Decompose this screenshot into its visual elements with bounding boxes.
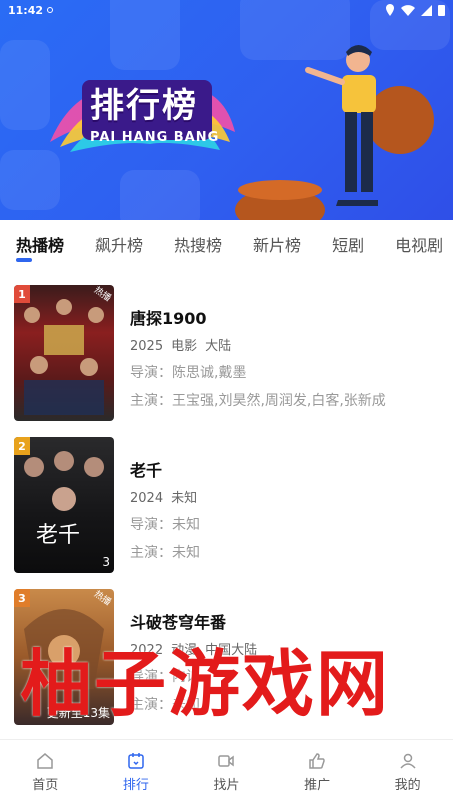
item-year: 2024 [130, 491, 164, 506]
home-icon [37, 753, 54, 769]
list-item[interactable]: 老千 2 3 老千 2024 未知 导演：未知 主演：未知 [14, 437, 444, 573]
battery-icon [438, 5, 445, 16]
ranking-tabs: 热播榜 飙升榜 热搜榜 新片榜 短剧 电视剧 [0, 220, 453, 268]
item-type: 未知 [171, 491, 198, 506]
thumb-up-icon [309, 753, 325, 769]
signal-icon [421, 4, 432, 16]
tab-tv-series[interactable]: 电视剧 [395, 232, 443, 256]
item-director: 导演：陈思诚,戴墨 [130, 362, 386, 382]
director-value: 陈思诚,戴墨 [172, 365, 247, 381]
rank-badge: 1 [14, 285, 30, 303]
notification-icon [47, 7, 54, 13]
episode-count: 3 [102, 555, 110, 569]
item-director: 导演：未知 [130, 514, 200, 534]
list-item[interactable]: 1 热播 唐探1900 2025 电影 大陆 导演：陈思诚,戴墨 主演：王宝强,刘昊… [14, 285, 444, 421]
nav-label: 找片 [213, 778, 240, 793]
user-icon [400, 753, 416, 769]
tab-hot-search[interactable]: 热搜榜 [174, 232, 222, 256]
status-time: 11:42 [8, 3, 44, 17]
cast-label: 主演： [130, 393, 172, 409]
nav-home[interactable]: 首页 [0, 740, 91, 805]
cast-label: 主演： [130, 545, 172, 561]
nav-promote[interactable]: 推广 [272, 740, 363, 805]
tab-hot-play[interactable]: 热播榜 [16, 232, 64, 256]
nav-label: 排行 [122, 778, 149, 793]
nav-label: 首页 [32, 778, 59, 793]
item-info: 唐探1900 2025 电影 大陆 导演：陈思诚,戴墨 主演：王宝强,刘昊然,周润发… [130, 285, 386, 410]
video-icon [218, 755, 235, 767]
item-cast: 主演：王宝强,刘昊然,周润发,白客,张新成 [130, 390, 386, 410]
location-icon [386, 4, 394, 16]
item-title[interactable]: 唐探1900 [130, 305, 386, 329]
director-label: 导演： [130, 517, 172, 533]
poster-art [24, 299, 104, 415]
banner-subtitle: PAI HANG BANG [90, 130, 220, 145]
nav-find[interactable]: 找片 [181, 740, 272, 805]
item-region: 大陆 [205, 339, 232, 354]
item-meta: 2024 未知 [130, 487, 200, 506]
poster-image[interactable]: 老千 2 3 [14, 437, 114, 573]
item-year: 2025 [130, 339, 164, 354]
rank-badge: 2 [14, 437, 30, 455]
tab-short-drama[interactable]: 短剧 [332, 232, 364, 256]
active-tab-indicator [16, 258, 32, 262]
site-watermark: 柚子游戏网 [20, 641, 391, 726]
nav-mine[interactable]: 我的 [362, 740, 453, 805]
cast-value: 未知 [172, 545, 200, 561]
nav-label: 我的 [394, 778, 421, 793]
item-title[interactable]: 老千 [130, 457, 200, 481]
cast-value: 王宝强,刘昊然,周润发,白客,张新成 [172, 393, 386, 409]
svg-text:老千: 老千 [36, 523, 80, 548]
banner-illustration [235, 45, 434, 220]
poster-image[interactable]: 1 热播 [14, 285, 114, 421]
tab-new-release[interactable]: 新片榜 [253, 232, 301, 256]
wifi-icon [401, 4, 415, 16]
nav-label: 推广 [304, 778, 331, 793]
ranking-icon [128, 753, 144, 769]
banner-title: 排行榜 [90, 86, 198, 126]
director-value: 未知 [172, 517, 200, 533]
bottom-nav: 首页 排行 找片 推广 我的 [0, 739, 453, 805]
status-bar: 11:42 [0, 0, 453, 20]
nav-ranking[interactable]: 排行 [91, 740, 182, 805]
rank-badge: 3 [14, 589, 30, 607]
tab-rising[interactable]: 飙升榜 [95, 232, 143, 256]
item-cast: 主演：未知 [130, 542, 200, 562]
director-label: 导演： [130, 365, 172, 381]
ranking-banner: 11:42 排行榜 PAI HANG BANG [0, 0, 453, 220]
item-type: 电影 [171, 339, 198, 354]
banner-logo: 排行榜 PAI HANG BANG [40, 72, 240, 162]
item-meta: 2025 电影 大陆 [130, 335, 386, 354]
poster-art: 老千 [24, 451, 104, 548]
item-info: 老千 2024 未知 导演：未知 主演：未知 [130, 437, 200, 562]
